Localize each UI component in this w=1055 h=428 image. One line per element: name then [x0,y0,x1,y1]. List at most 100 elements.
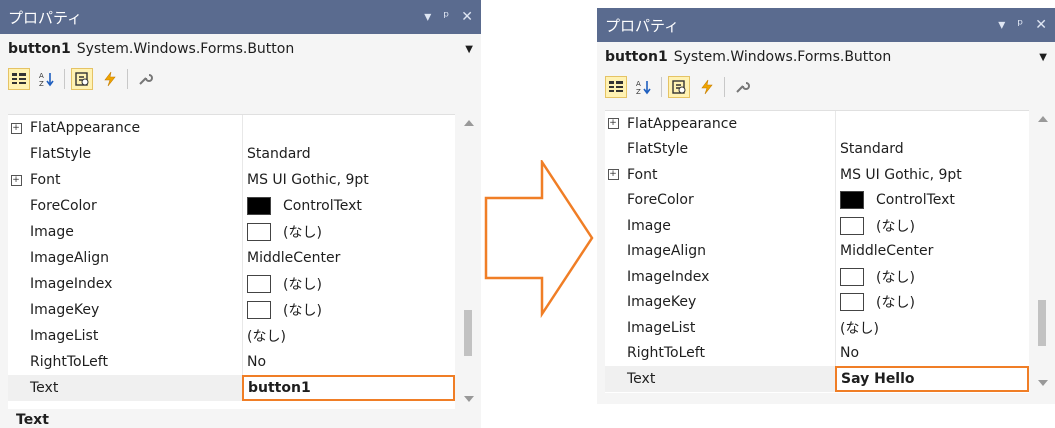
property-value[interactable]: (なし) [835,315,1029,341]
events-icon[interactable] [99,68,121,90]
svg-text:Z: Z [39,80,44,87]
close-icon[interactable]: ✕ [461,9,473,25]
pin-icon[interactable]: ᵖ [1017,17,1023,33]
property-row[interactable]: ForeColor ControlText [605,187,1029,213]
properties-panel-after: プロパティ ▾ ᵖ ✕ button1 System.Windows.Forms… [597,8,1055,404]
property-row[interactable]: Image (なし) [605,213,1029,239]
scrollbar[interactable] [461,114,475,408]
property-value[interactable]: (なし) [835,264,1029,290]
property-value[interactable]: (なし) [242,219,455,245]
scroll-thumb[interactable] [464,310,472,356]
property-pages-icon[interactable] [134,68,156,90]
events-icon[interactable] [696,76,718,98]
scrollbar[interactable] [1035,110,1049,392]
property-row[interactable]: FlatStyle Standard [605,136,1029,162]
toolbar-separator [64,69,65,89]
alphabetical-icon[interactable]: AZ [633,76,655,98]
image-swatch [247,223,271,241]
property-value[interactable]: (なし) [242,271,455,297]
svg-text:A: A [636,80,641,88]
property-row[interactable]: RightToLeft No [8,349,455,375]
scroll-up-icon[interactable] [464,120,474,126]
property-name: RightToLeft [627,345,705,362]
color-swatch [247,197,271,215]
property-row[interactable]: ImageAlign MiddleCenter [605,238,1029,264]
property-row[interactable]: + Font MS UI Gothic, 9pt [8,167,455,193]
pin-icon[interactable]: ᵖ [443,9,449,25]
property-row[interactable]: + FlatAppearance [8,115,455,141]
chevron-down-icon[interactable]: ▼ [1039,52,1047,63]
property-row[interactable]: ImageIndex (なし) [605,264,1029,290]
property-name: FlatStyle [627,141,689,158]
property-row-selected[interactable]: Text button1 [8,375,455,401]
property-name: Image [627,217,671,234]
property-name: ImageIndex [30,276,113,292]
categorized-icon[interactable] [8,68,30,90]
scroll-down-icon[interactable] [1038,380,1048,386]
property-row[interactable]: ImageKey (なし) [8,297,455,323]
property-row[interactable]: ImageKey (なし) [605,289,1029,315]
expand-icon[interactable]: + [10,174,22,186]
property-row[interactable]: RightToLeft No [605,340,1029,366]
property-row[interactable]: ForeColor ControlText [8,193,455,219]
property-row[interactable]: ImageAlign MiddleCenter [8,245,455,271]
scroll-thumb[interactable] [1038,300,1046,346]
object-name: button1 [8,41,71,57]
property-value[interactable]: (なし) [835,213,1029,239]
expand-icon[interactable]: + [10,122,22,134]
toolbar-separator [724,77,725,97]
property-value[interactable]: Standard [835,136,1029,162]
property-row[interactable]: ImageList (なし) [8,323,455,349]
property-row[interactable]: ImageIndex (なし) [8,271,455,297]
description-title: Text [16,412,49,428]
close-icon[interactable]: ✕ [1035,17,1047,33]
property-name: ImageList [627,319,696,336]
expand-icon[interactable]: + [607,118,619,130]
property-value[interactable]: MS UI Gothic, 9pt [835,162,1029,188]
dropdown-icon[interactable]: ▾ [424,9,431,25]
object-type: System.Windows.Forms.Button [673,49,892,65]
property-row[interactable]: + Font MS UI Gothic, 9pt [605,162,1029,188]
property-value[interactable]: ControlText [242,193,455,219]
object-name: button1 [605,49,668,65]
object-selector[interactable]: button1 System.Windows.Forms.Button ▼ [597,42,1055,72]
property-pages-icon[interactable] [731,76,753,98]
property-name: ImageAlign [627,243,706,260]
property-name: ForeColor [627,192,694,209]
properties-toolbar: AZ [0,64,481,94]
property-value[interactable]: MS UI Gothic, 9pt [242,167,455,193]
panel-titlebar: プロパティ ▾ ᵖ ✕ [597,8,1055,42]
property-grid: + FlatAppearance FlatStyle Standard + Fo… [605,110,1029,393]
property-value[interactable]: No [835,340,1029,366]
property-row[interactable]: Image (なし) [8,219,455,245]
property-row-selected[interactable]: Text Say Hello [605,366,1029,392]
property-value[interactable]: MiddleCenter [242,245,455,271]
expand-icon[interactable]: + [607,169,619,181]
text-value-input[interactable]: button1 [242,375,455,401]
scroll-down-icon[interactable] [464,396,474,402]
property-value[interactable]: No [242,349,455,375]
property-row[interactable]: + FlatAppearance [605,111,1029,137]
properties-icon[interactable] [71,68,93,90]
property-row[interactable]: ImageList (なし) [605,315,1029,341]
property-value[interactable]: ControlText [835,187,1029,213]
property-value[interactable] [242,115,455,141]
properties-icon[interactable] [668,76,690,98]
property-value[interactable]: Standard [242,141,455,167]
image-swatch [247,301,271,319]
property-row[interactable]: FlatStyle Standard [8,141,455,167]
chevron-down-icon[interactable]: ▼ [465,44,473,55]
property-value[interactable]: (なし) [242,323,455,349]
text-value-input[interactable]: Say Hello [835,366,1029,392]
scroll-up-icon[interactable] [1038,116,1048,122]
image-swatch [840,216,864,235]
categorized-icon[interactable] [605,76,627,98]
property-value[interactable] [835,111,1029,137]
dropdown-icon[interactable]: ▾ [998,17,1005,33]
property-value[interactable]: (なし) [835,289,1029,315]
property-value[interactable]: MiddleCenter [835,238,1029,264]
alphabetical-icon[interactable]: AZ [36,68,58,90]
object-selector[interactable]: button1 System.Windows.Forms.Button ▼ [0,34,481,64]
property-name: FlatStyle [30,146,92,162]
property-value[interactable]: (なし) [242,297,455,323]
